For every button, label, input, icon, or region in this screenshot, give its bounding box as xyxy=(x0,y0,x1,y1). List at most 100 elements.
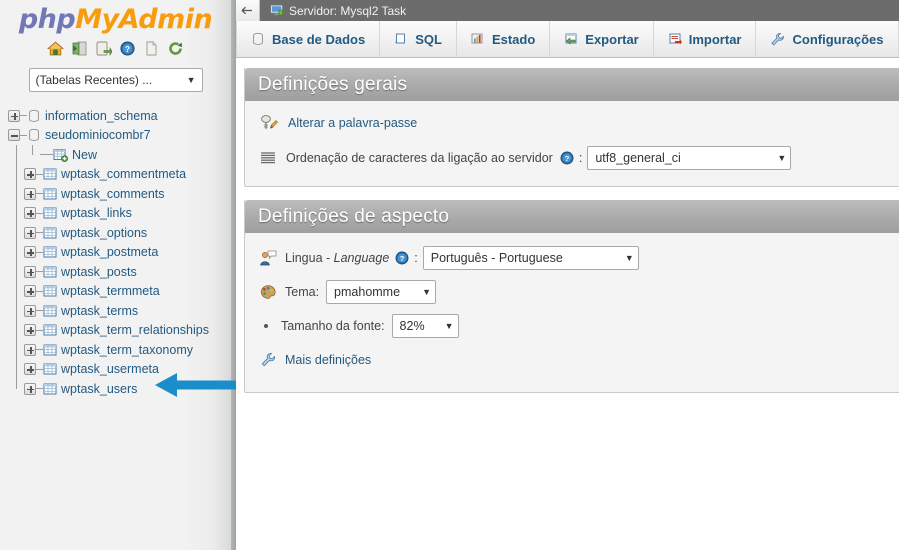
help-icon[interactable]: ? xyxy=(395,251,409,265)
language-label: Lingua - Language xyxy=(285,251,389,265)
expand-toggle-icon[interactable] xyxy=(24,226,36,239)
tree-item-label: wptask_term_taxonomy xyxy=(61,342,194,357)
tree-item-wptask_options[interactable]: wptask_options xyxy=(8,223,231,243)
tree-connector xyxy=(36,368,43,370)
expand-toggle-icon[interactable] xyxy=(24,187,36,200)
reload-icon[interactable] xyxy=(167,40,184,57)
fontsize-select[interactable]: 82% ▼ xyxy=(391,314,459,338)
tree-indent xyxy=(8,184,24,204)
expand-toggle-icon[interactable] xyxy=(24,207,36,220)
tree-indent xyxy=(8,301,24,321)
help-icon[interactable]: ? xyxy=(119,40,136,57)
expand-toggle-icon[interactable] xyxy=(24,285,36,298)
tree-connector xyxy=(36,232,43,234)
database-icon xyxy=(29,109,39,122)
tab-label: Base de Dados xyxy=(272,31,366,47)
tree-connector xyxy=(36,329,43,331)
table-icon xyxy=(43,363,57,375)
database-tree: information_schema seudominiocombr7 New … xyxy=(0,106,231,399)
tree-item-wptask_posts[interactable]: wptask_posts xyxy=(8,262,231,282)
recent-tables-select[interactable]: (Tabelas Recentes) ... ▼ xyxy=(28,68,203,92)
tree-indent xyxy=(8,320,24,340)
phpmyadmin-logo[interactable]: phpMyAdmin xyxy=(0,0,231,36)
fontsize-row: Tamanho da fonte: 82% ▼ xyxy=(259,314,899,338)
tree-item-wptask_links[interactable]: wptask_links xyxy=(8,203,231,223)
tree-item-information_schema[interactable]: information_schema xyxy=(8,106,231,126)
new-table-icon xyxy=(53,148,68,162)
tree-indent xyxy=(8,223,24,243)
tree-item-wptask_commentmeta[interactable]: wptask_commentmeta xyxy=(8,164,231,184)
tree-indent xyxy=(8,203,24,223)
tab-estado[interactable]: Estado xyxy=(457,21,551,57)
tree-item-wptask_postmeta[interactable]: wptask_postmeta xyxy=(8,242,231,262)
expand-toggle-icon[interactable] xyxy=(24,304,36,317)
table-icon xyxy=(43,383,57,395)
help-icon[interactable]: ? xyxy=(560,151,574,165)
tree-connector xyxy=(36,251,43,253)
main-content: Servidor: Mysql2 Task Base de Dados SQL xyxy=(236,0,899,550)
expand-toggle-icon[interactable] xyxy=(24,363,36,376)
tree-connector xyxy=(36,349,43,351)
home-icon[interactable] xyxy=(46,40,65,57)
annotation-arrow-icon xyxy=(155,373,239,397)
settings-wrench-icon xyxy=(261,352,276,367)
language-select[interactable]: Português - Portuguese ▼ xyxy=(422,246,639,270)
expand-toggle-icon[interactable] xyxy=(24,324,36,337)
expand-toggle-icon[interactable] xyxy=(24,382,36,395)
collapse-toggle-icon[interactable] xyxy=(8,129,20,142)
theme-select[interactable]: pmahomme ▼ xyxy=(326,280,437,304)
chevron-down-icon: ▼ xyxy=(777,153,787,163)
back-button[interactable] xyxy=(236,0,260,21)
server-title-wrap: Servidor: Mysql2 Task xyxy=(270,4,406,18)
theme-row: Tema: pmahomme ▼ xyxy=(259,280,899,304)
logo-admin-text: Admin xyxy=(118,4,213,35)
table-icon xyxy=(43,344,57,356)
expand-toggle-icon[interactable] xyxy=(8,109,20,122)
tree-item-new[interactable]: New xyxy=(8,145,231,165)
collation-select[interactable]: utf8_general_ci ▼ xyxy=(587,146,792,170)
tree-item-wptask_terms[interactable]: wptask_terms xyxy=(8,301,231,321)
expand-toggle-icon[interactable] xyxy=(24,265,36,278)
documentation-icon[interactable] xyxy=(143,40,160,57)
fontsize-value: 82% xyxy=(399,319,425,333)
tab-importar[interactable]: Importar xyxy=(654,21,757,57)
logo-my-text: My xyxy=(75,4,119,35)
more-settings-row: Mais definições xyxy=(259,352,899,368)
sidebar-nav-icons: ? xyxy=(0,40,231,57)
tree-item-label: wptask_options xyxy=(61,225,148,240)
main-tab-bar: Base de Dados SQL Estado Exportar Import… xyxy=(236,21,899,58)
appearance-settings-panel: Definições de aspecto Lingua - Language … xyxy=(244,200,899,393)
tree-item-label: wptask_postmeta xyxy=(61,245,159,260)
expand-toggle-icon[interactable] xyxy=(24,168,36,181)
tree-item-wptask_comments[interactable]: wptask_comments xyxy=(8,184,231,204)
more-settings-link[interactable]: Mais definições xyxy=(285,353,371,367)
tab-label: Configurações xyxy=(792,31,884,47)
tab-base-de-dados[interactable]: Base de Dados xyxy=(236,21,381,57)
tree-indent xyxy=(8,145,24,165)
status-icon xyxy=(471,33,483,44)
tab-sql[interactable]: SQL xyxy=(380,21,457,57)
tree-item-seudominiocombr7[interactable]: seudominiocombr7 xyxy=(8,126,231,146)
change-password-icon xyxy=(261,115,279,129)
tree-item-wptask_termmeta[interactable]: wptask_termmeta xyxy=(8,281,231,301)
tree-indent xyxy=(8,281,24,301)
change-password-link[interactable]: Alterar a palavra-passe xyxy=(288,116,417,130)
table-icon xyxy=(43,207,57,219)
expand-toggle-icon[interactable] xyxy=(24,343,36,356)
chevron-down-icon: ▼ xyxy=(444,321,454,331)
theme-palette-icon xyxy=(260,284,276,299)
logout-icon[interactable] xyxy=(71,40,88,57)
query-export-icon[interactable] xyxy=(95,40,113,57)
tab-configuracoes[interactable]: Configurações xyxy=(756,21,899,57)
tree-item-wptask_term_taxonomy[interactable]: wptask_term_taxonomy xyxy=(8,340,231,360)
tree-indent xyxy=(8,359,24,379)
tree-item-label: wptask_terms xyxy=(61,303,139,318)
server-monitor-icon xyxy=(270,4,284,16)
logo-php-text: php xyxy=(18,4,76,35)
expand-toggle-icon[interactable] xyxy=(24,246,36,259)
recent-tables-wrap: (Tabelas Recentes) ... ▼ xyxy=(0,68,231,92)
tree-item-wptask_term_relationships[interactable]: wptask_term_relationships xyxy=(8,320,231,340)
tab-exportar[interactable]: Exportar xyxy=(550,21,654,57)
tree-connector xyxy=(36,193,43,195)
table-icon xyxy=(43,227,57,239)
